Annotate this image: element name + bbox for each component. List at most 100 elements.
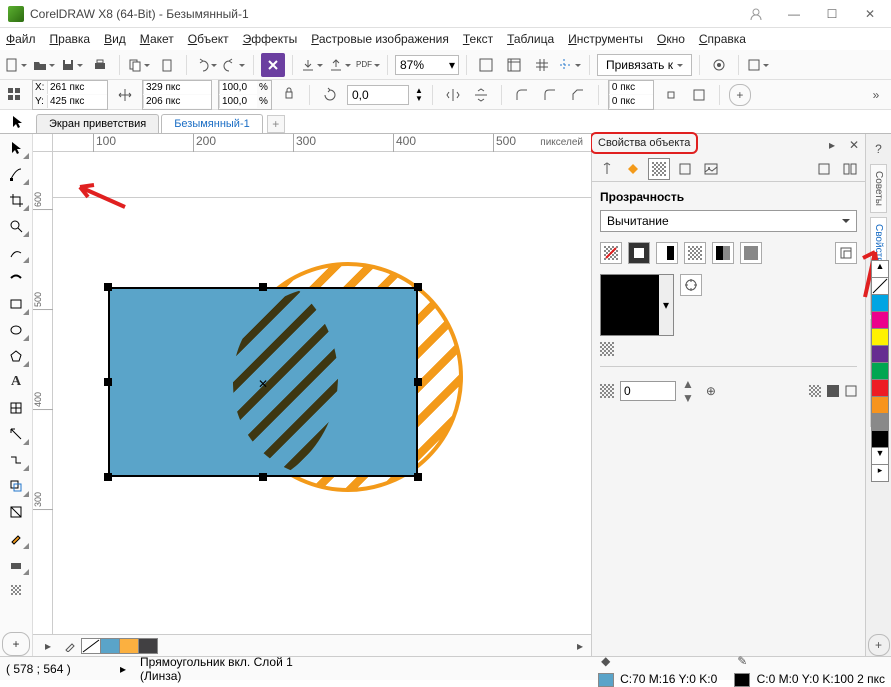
relative-corner-button[interactable] [688, 84, 710, 106]
menu-file[interactable]: Файл [6, 32, 36, 46]
docker-collapse-button[interactable]: ▸ [821, 134, 843, 156]
lock-ratio-button[interactable] [278, 84, 300, 106]
sidetab-hints[interactable]: Советы [870, 164, 887, 213]
zoom-tool[interactable] [2, 214, 30, 238]
color-swatch[interactable] [871, 294, 889, 312]
color-swatch[interactable] [871, 430, 889, 448]
open-button[interactable] [32, 53, 56, 77]
print-button[interactable] [88, 53, 112, 77]
docker-close-button[interactable]: ✕ [843, 134, 865, 156]
position-input[interactable]: X: Y: [32, 80, 108, 110]
menu-window[interactable]: Окно [657, 32, 685, 46]
color-swatch[interactable] [871, 396, 889, 414]
zoom-level[interactable]: ▾ [395, 55, 459, 75]
copy-button[interactable] [127, 53, 151, 77]
angle-input[interactable] [347, 85, 409, 105]
rectangle-tool[interactable] [2, 292, 30, 316]
color-swatch[interactable] [871, 345, 889, 363]
x-input[interactable] [47, 81, 107, 94]
fullscreen-button[interactable] [474, 53, 498, 77]
eyedropper-tool[interactable] [2, 526, 30, 550]
color-swatch[interactable] [871, 413, 889, 431]
menu-bitmaps[interactable]: Растровые изображения [311, 32, 449, 46]
effects-tool[interactable] [2, 474, 30, 498]
snap-to-button[interactable]: Привязать к [597, 54, 692, 76]
new-button[interactable] [4, 53, 28, 77]
ruler-vertical[interactable]: 600 500 400 300 [33, 152, 53, 636]
ruler-horizontal[interactable]: 100 200 300 400 500 пикселей [53, 134, 591, 152]
menu-effects[interactable]: Эффекты [243, 32, 298, 46]
y-input[interactable] [47, 95, 107, 108]
scaley-input[interactable] [219, 95, 257, 108]
paste-button[interactable] [155, 53, 179, 77]
menu-help[interactable]: Справка [699, 32, 746, 46]
handle-w[interactable] [104, 378, 112, 386]
corner-radius-input[interactable] [608, 80, 654, 110]
handle-e[interactable] [414, 378, 422, 386]
smart-fill-tool[interactable] [2, 578, 30, 602]
merge-mode-combo[interactable]: Вычитание [600, 210, 857, 232]
pick-tool[interactable] [2, 136, 30, 160]
opacity-input[interactable] [620, 381, 676, 401]
doc-color-swatch[interactable] [100, 638, 120, 654]
publish-pdf-button[interactable]: PDF [356, 53, 380, 77]
two-color-transparency-button[interactable] [712, 242, 734, 264]
apply-outline-button[interactable] [845, 385, 857, 397]
corner-scallop-button[interactable] [539, 84, 561, 106]
handle-sw[interactable] [104, 473, 112, 481]
corner-chamfer-button[interactable] [567, 84, 589, 106]
texture-transparency-button[interactable] [740, 242, 762, 264]
fill-indicator[interactable]: ◆ C:70 M:16 Y:0 K:0 [595, 650, 718, 687]
tab-welcome[interactable]: Экран приветствия [36, 114, 159, 133]
width-input[interactable] [143, 81, 211, 94]
color-swatch[interactable] [871, 311, 889, 329]
options-button[interactable] [707, 53, 731, 77]
handle-n[interactable] [259, 283, 267, 291]
menu-edit[interactable]: Правка [50, 32, 91, 46]
corner-round-button[interactable] [511, 84, 533, 106]
fill-tool[interactable] [2, 552, 30, 576]
ellipse-tool[interactable] [2, 318, 30, 342]
launch-button[interactable] [746, 53, 770, 77]
menu-object[interactable]: Объект [188, 32, 229, 46]
handle-se[interactable] [414, 473, 422, 481]
maximize-button[interactable]: ☐ [819, 4, 845, 24]
apply-target-button[interactable]: ⊕ [700, 380, 722, 402]
fountain-transparency-button[interactable] [656, 242, 678, 264]
export-button[interactable] [328, 53, 352, 77]
dimension-tool[interactable] [2, 422, 30, 446]
minimize-button[interactable]: — [781, 4, 807, 24]
doc-color-swatch[interactable] [119, 638, 139, 654]
center-marker[interactable]: ✕ [258, 377, 268, 387]
doc-color-swatch[interactable] [138, 638, 158, 654]
close-button[interactable]: ✕ [857, 4, 883, 24]
menu-view[interactable]: Вид [104, 32, 126, 46]
apply-all-button[interactable] [809, 385, 821, 397]
color-swatch[interactable] [871, 362, 889, 380]
palette-eyedropper-button[interactable] [59, 635, 81, 657]
bitmap-tab[interactable] [700, 158, 722, 180]
fill-tab[interactable] [622, 158, 644, 180]
transparency-tool[interactable] [2, 500, 30, 524]
transparency-tab[interactable] [648, 158, 670, 180]
crop-tool[interactable] [2, 188, 30, 212]
undo-button[interactable] [194, 53, 218, 77]
mirror-v-button[interactable] [470, 84, 492, 106]
handle-ne[interactable] [414, 283, 422, 291]
import-button[interactable] [300, 53, 324, 77]
text-tool[interactable]: A [2, 370, 30, 394]
no-color-swatch[interactable] [871, 277, 889, 295]
menu-tools[interactable]: Инструменты [568, 32, 643, 46]
add-preset-button[interactable]: + [729, 84, 751, 106]
drawing-canvas[interactable]: ✕ [53, 152, 591, 636]
overflow-button[interactable]: » [865, 84, 887, 106]
artistic-media-tool[interactable] [2, 266, 30, 290]
color-eyedropper-button[interactable] [680, 274, 702, 296]
polygon-tool[interactable] [2, 344, 30, 368]
outline-indicator[interactable]: ✎ C:0 M:0 Y:0 K:100 2 пкс [731, 650, 885, 687]
show-guides-button[interactable] [558, 53, 582, 77]
transparency-color-swatch[interactable]: ▾ [600, 274, 674, 336]
no-transparency-button[interactable] [600, 242, 622, 264]
quick-customize-button[interactable]: + [2, 632, 30, 656]
palette-right-button[interactable]: ▸ [569, 635, 591, 657]
